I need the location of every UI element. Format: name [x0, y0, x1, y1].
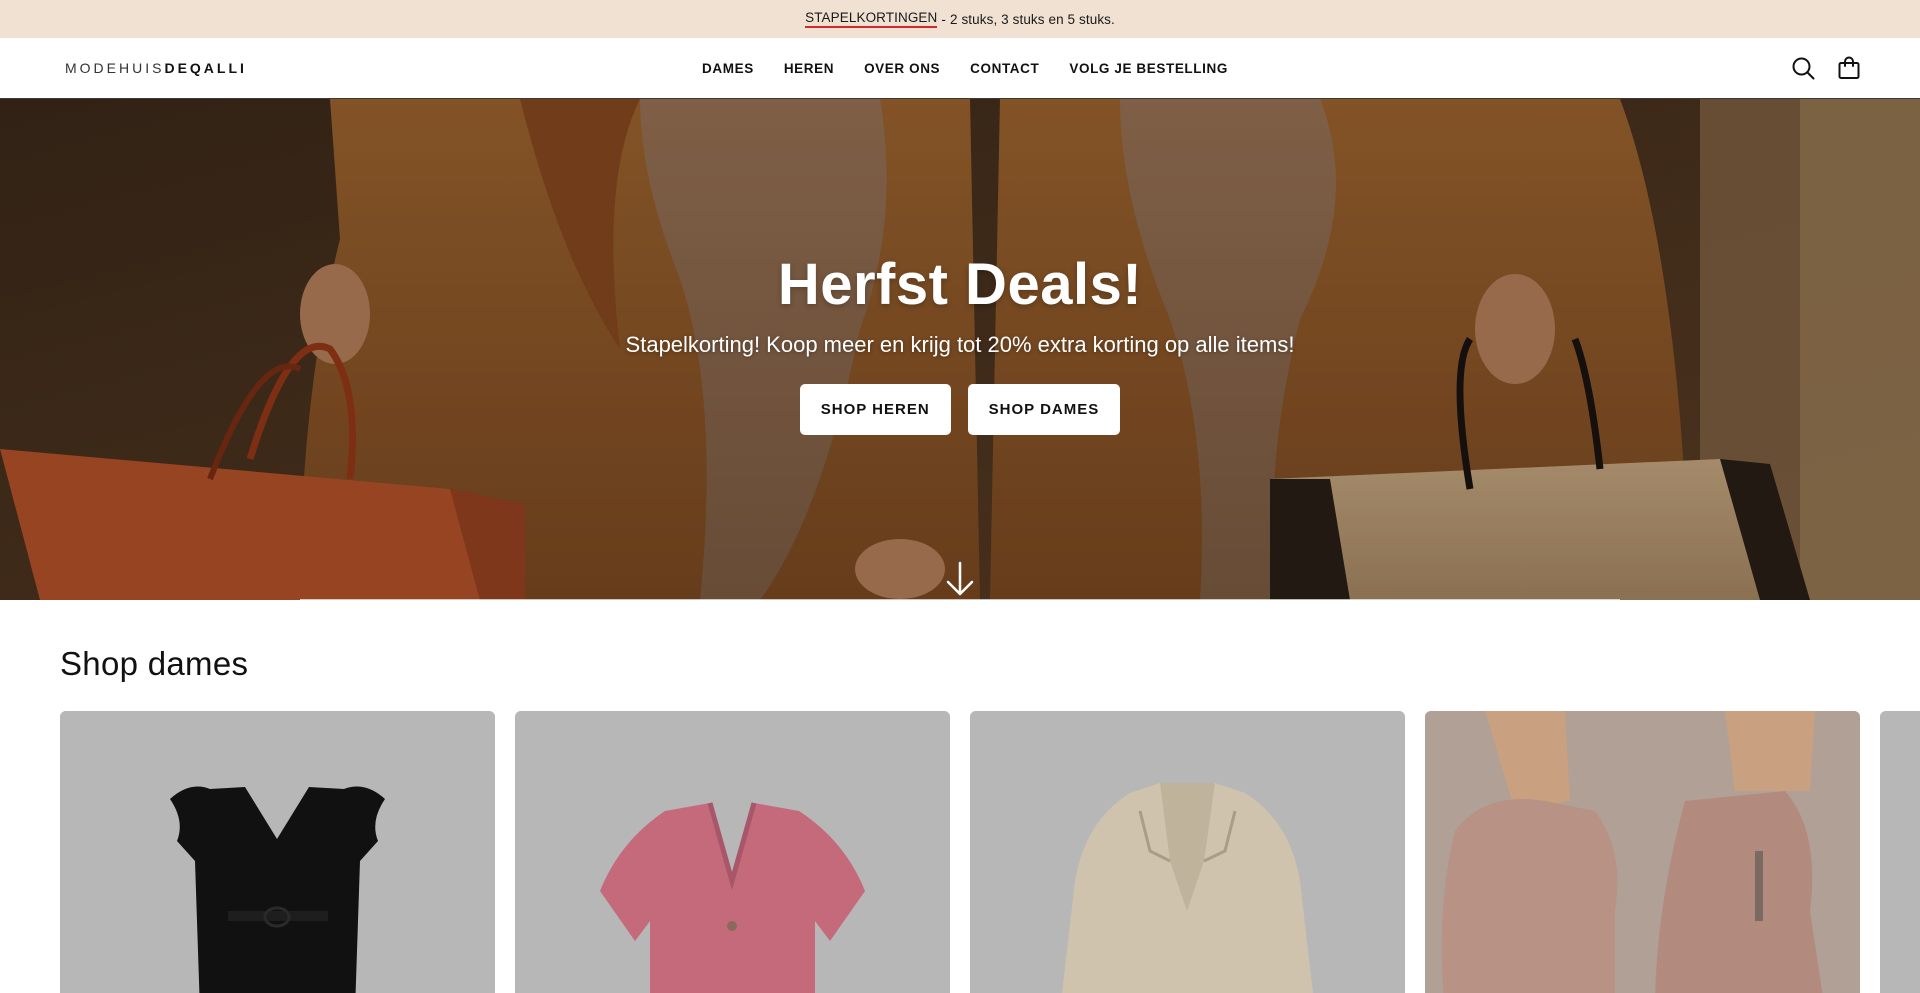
- product-card[interactable]: [515, 711, 950, 993]
- product-image-pink-knit-top: [515, 711, 950, 993]
- product-image-beige-blazer: [970, 711, 1405, 993]
- product-image-suede-ankle-boots: [1425, 711, 1860, 993]
- scroll-down-button[interactable]: [943, 561, 977, 597]
- announcement-bar: STAPELKORTINGEN - 2 stuks, 3 stuks en 5 …: [0, 0, 1920, 38]
- product-card[interactable]: [60, 711, 495, 993]
- hero-buttons: SHOP HEREN SHOP DAMES: [0, 384, 1920, 436]
- hero-divider: [300, 599, 1620, 600]
- header-actions: [1790, 55, 1862, 81]
- shop-heren-button[interactable]: SHOP HEREN: [799, 384, 951, 436]
- shopping-bag-icon: [1838, 56, 1860, 79]
- product-card[interactable]: [1880, 711, 1920, 993]
- announcement-link[interactable]: STAPELKORTINGEN: [805, 10, 938, 28]
- nav-item-volg-je-bestelling[interactable]: VOLG JE BESTELLING: [1069, 61, 1228, 76]
- section-title: Shop dames: [60, 645, 249, 682]
- hero-title: Herfst Deals!: [777, 252, 1143, 317]
- arrow-down-icon: [946, 561, 974, 596]
- hero-subtitle: Stapelkorting! Koop meer en krijg tot 20…: [625, 332, 1295, 357]
- shop-dames-button[interactable]: SHOP DAMES: [967, 384, 1121, 436]
- nav-item-heren[interactable]: HEREN: [784, 61, 834, 76]
- search-icon: [1792, 57, 1815, 80]
- search-button[interactable]: [1790, 55, 1816, 81]
- announcement-separator: -: [941, 11, 946, 27]
- hero-content: Herfst Deals! Stapelkorting! Koop meer e…: [0, 252, 1920, 436]
- product-image-partial: [1880, 711, 1920, 993]
- product-carousel: [60, 711, 1920, 993]
- nav-item-dames[interactable]: DAMES: [702, 61, 754, 76]
- nav-item-contact[interactable]: CONTACT: [970, 61, 1039, 76]
- product-image-black-dress: [60, 711, 495, 993]
- nav-item-over-ons[interactable]: OVER ONS: [864, 61, 940, 76]
- site-header: MODEHUISDEQALLI DAMES HEREN OVER ONS CON…: [0, 38, 1920, 99]
- product-card[interactable]: [970, 711, 1405, 993]
- product-card[interactable]: [1425, 711, 1860, 993]
- hero-banner: Herfst Deals! Stapelkorting! Koop meer e…: [0, 99, 1920, 600]
- cart-button[interactable]: [1836, 55, 1862, 81]
- main-nav: DAMES HEREN OVER ONS CONTACT VOLG JE BES…: [0, 38, 1920, 99]
- announcement-text: 2 stuks, 3 stuks en 5 stuks.: [950, 11, 1115, 27]
